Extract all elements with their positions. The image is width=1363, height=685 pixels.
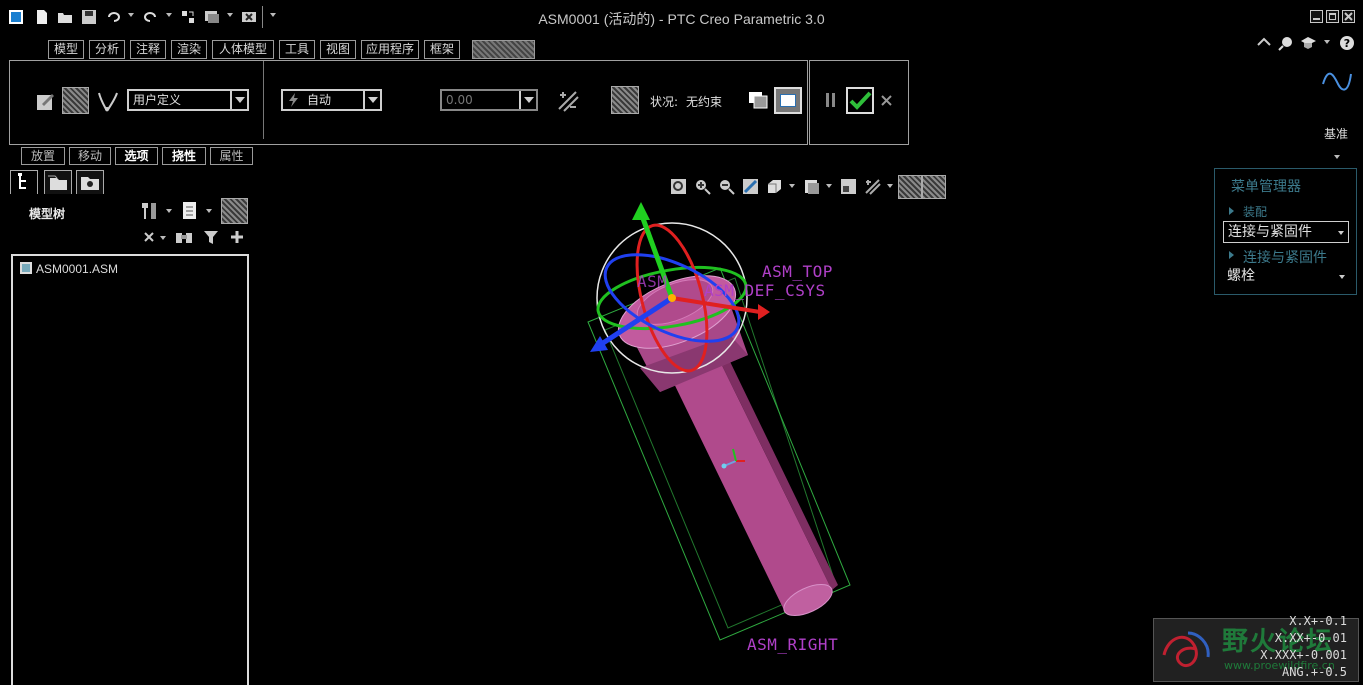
menu-select-label: 连接与紧固件 [1228, 224, 1312, 240]
menu-select-label: 螺栓 [1227, 268, 1255, 284]
datum-label-asm-top: ASM_TOP [762, 262, 833, 281]
menu-manager: 菜单管理器 装配 连接与紧固件 连接与紧固件 螺栓 [1214, 168, 1357, 295]
menu-manager-title: 菜单管理器 [1231, 179, 1301, 195]
menu-select-bolt[interactable]: 螺栓 [1223, 266, 1349, 288]
menu-item-label: 装配 [1243, 205, 1268, 219]
menu-item-label: 连接与紧固件 [1243, 250, 1327, 266]
menu-select-connections-fasteners[interactable]: 连接与紧固件 [1223, 221, 1349, 243]
tolerance-3: X.XXX+-0.001 [1260, 648, 1347, 662]
menu-item-assembly[interactable]: 装配 [1229, 203, 1267, 220]
chevron-down-icon [1339, 275, 1345, 279]
datum-label-asm-right: ASM_RIGHT [747, 635, 839, 654]
datum-label-asm-csys: ASM_DEF_CSYS [704, 281, 826, 300]
tolerance-4: ANG.+-0.5 [1281, 665, 1347, 679]
tolerance-2: X.XX+-0.01 [1274, 631, 1347, 645]
datum-curve-icon[interactable] [1321, 66, 1353, 94]
watermark-logo-icon [1162, 631, 1210, 668]
chevron-down-icon [1338, 231, 1344, 235]
datum-group-label[interactable]: 基准 [1324, 125, 1348, 142]
datum-label-asm-overlap: ASM [637, 272, 668, 291]
datum-dropdown-icon[interactable] [1334, 155, 1340, 159]
tolerance-1: X.X+-0.1 [1289, 614, 1347, 628]
menu-item-connections-fasteners[interactable]: 连接与紧固件 [1229, 247, 1327, 267]
graphics-viewport[interactable] [0, 0, 1363, 685]
